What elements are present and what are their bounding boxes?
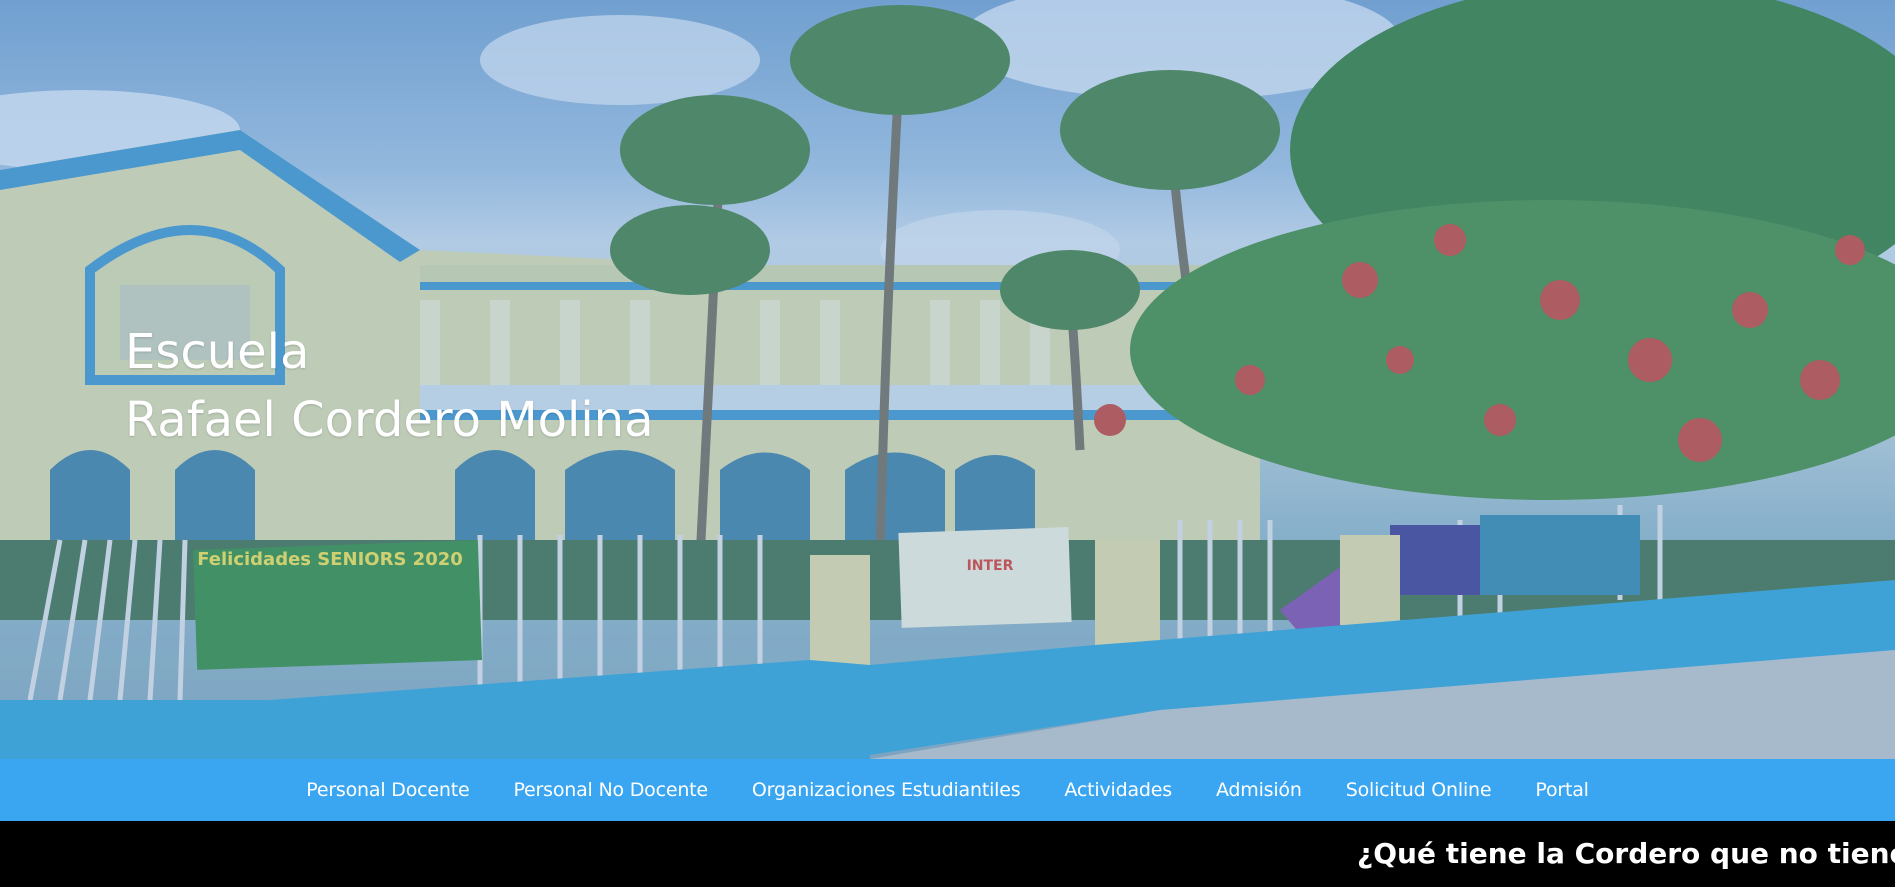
title-line-2: Rafael Cordero Molina xyxy=(125,392,654,448)
title-line-1: Escuela xyxy=(125,324,310,380)
nav-item-organizaciones-estudiantiles[interactable]: Organizaciones Estudiantiles xyxy=(730,779,1043,801)
nav-item-admision[interactable]: Admisión xyxy=(1194,779,1324,801)
page-title: Escuela Rafael Cordero Molina xyxy=(125,318,654,454)
nav-item-personal-docente[interactable]: Personal Docente xyxy=(284,779,491,801)
nav-item-actividades[interactable]: Actividades xyxy=(1042,779,1194,801)
ticker-text: ¿Qué tiene la Cordero que no tienen los xyxy=(1357,837,1895,870)
main-nav: Personal Docente Personal No Docente Org… xyxy=(0,759,1895,821)
nav-item-personal-no-docente[interactable]: Personal No Docente xyxy=(491,779,729,801)
nav-item-portal[interactable]: Portal xyxy=(1513,779,1610,801)
news-ticker: ¿Qué tiene la Cordero que no tienen los xyxy=(0,821,1895,887)
nav-item-solicitud-online[interactable]: Solicitud Online xyxy=(1324,779,1514,801)
hero-banner: Felicidades SENIORS 2020 INTER Escuela R… xyxy=(0,0,1895,759)
